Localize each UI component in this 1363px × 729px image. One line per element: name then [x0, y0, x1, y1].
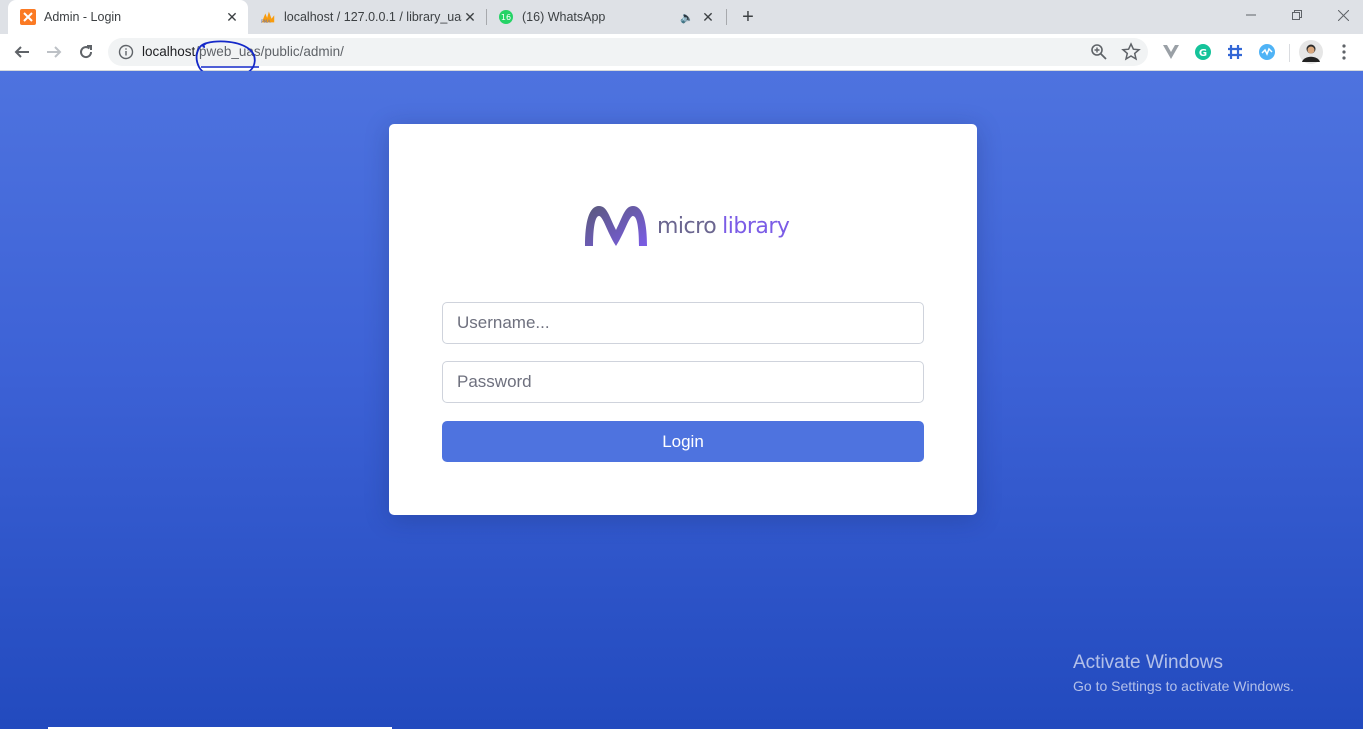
close-window-button[interactable] — [1320, 0, 1363, 30]
watermark-subtitle: Go to Settings to activate Windows. — [1073, 678, 1294, 694]
minimize-button[interactable] — [1228, 0, 1274, 30]
profile-avatar-icon — [1299, 40, 1323, 64]
grid-ruler-icon[interactable] — [1226, 43, 1244, 61]
activate-windows-watermark: Activate Windows Go to Settings to activ… — [1073, 652, 1294, 694]
tab-title: localhost / 127.0.0.1 / library_uas — [284, 10, 462, 24]
restore-button[interactable] — [1274, 0, 1320, 30]
close-icon[interactable]: ✕ — [224, 9, 240, 25]
bookmark-star-icon[interactable] — [1121, 42, 1141, 62]
url-path: /pweb_uas/public/admin/ — [195, 44, 344, 59]
avatar[interactable] — [1299, 40, 1323, 64]
svg-text:G: G — [1199, 48, 1207, 59]
toolbar-divider — [1289, 44, 1290, 62]
minimize-icon — [1246, 14, 1256, 16]
new-tab-button[interactable]: + — [737, 6, 759, 28]
password-input[interactable] — [442, 361, 924, 403]
reload-button[interactable] — [72, 38, 100, 66]
url-text[interactable]: localhost/pweb_uas/public/admin/ — [142, 44, 344, 59]
tab-strip: Admin - Login ✕ PMA localhost / 127.0.0.… — [0, 0, 1363, 34]
tab-phpmyadmin[interactable]: PMA localhost / 127.0.0.1 / library_uas … — [250, 0, 486, 34]
menu-kebab-icon[interactable] — [1335, 43, 1353, 61]
tab-title: Admin - Login — [44, 10, 122, 24]
login-card: micro library Login — [389, 124, 977, 515]
grammarly-icon[interactable]: G — [1194, 43, 1212, 61]
tab-separator — [726, 9, 727, 25]
forward-arrow-icon — [47, 46, 62, 58]
back-button[interactable] — [8, 38, 36, 66]
close-icon[interactable]: ✕ — [462, 9, 478, 25]
reload-icon — [80, 45, 93, 59]
tab-admin-login[interactable]: Admin - Login ✕ — [8, 0, 248, 34]
info-icon[interactable] — [118, 44, 134, 60]
back-arrow-icon — [14, 46, 29, 58]
restore-icon — [1292, 10, 1302, 20]
address-bar[interactable]: localhost/pweb_uas/public/admin/ — [108, 38, 1148, 66]
username-input[interactable] — [442, 302, 924, 344]
tab-whatsapp[interactable]: 16 (16) WhatsApp 🔈 ✕ — [488, 0, 724, 34]
speaker-icon[interactable]: 🔈 — [676, 9, 698, 25]
url-host: localhost — [142, 44, 196, 59]
close-window-icon — [1337, 9, 1349, 21]
whatsapp-badge: 16 — [501, 13, 511, 22]
page-background: micro library Login Activate Windows Go … — [0, 71, 1363, 729]
browser-toolbar: localhost/pweb_uas/public/admin/ G — [0, 34, 1363, 71]
tab-separator — [486, 9, 487, 25]
zoom-icon[interactable] — [1090, 43, 1108, 61]
login-button[interactable]: Login — [442, 421, 924, 462]
micro-library-logo: micro library — [583, 202, 790, 250]
vue-devtools-icon[interactable] — [1162, 43, 1180, 61]
watermark-title: Activate Windows — [1073, 652, 1223, 673]
logo-word-library: library — [722, 213, 790, 239]
logo-mark-icon — [585, 206, 647, 246]
forward-button[interactable] — [40, 38, 68, 66]
whatsapp-icon: 16 — [498, 9, 514, 25]
svg-text:PMA: PMA — [261, 19, 271, 25]
phpmyadmin-icon: PMA — [260, 9, 276, 25]
xampp-icon — [20, 9, 36, 25]
logo-word-micro: micro — [657, 213, 717, 239]
close-icon[interactable]: ✕ — [700, 9, 716, 25]
tab-title: (16) WhatsApp — [522, 10, 606, 24]
extension-wave-icon[interactable] — [1258, 43, 1276, 61]
